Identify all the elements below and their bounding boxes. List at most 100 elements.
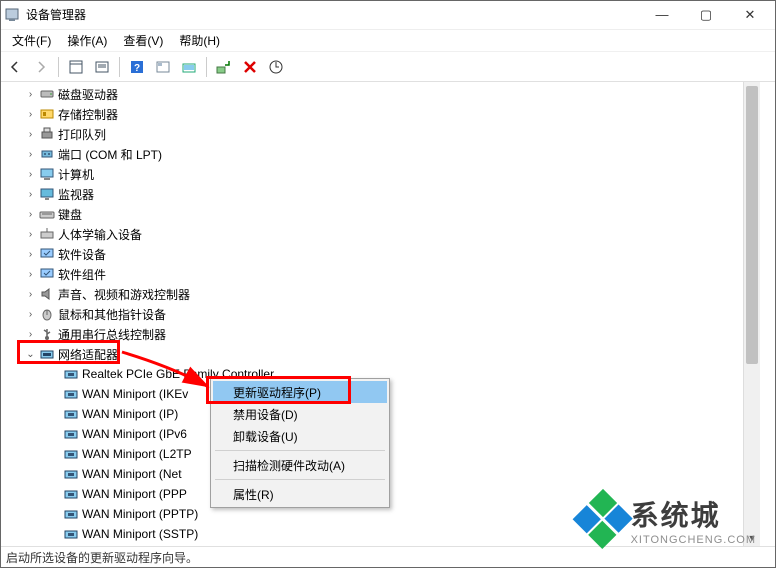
- properties-button[interactable]: [91, 56, 113, 78]
- scrollbar-thumb[interactable]: [746, 86, 758, 364]
- tree-node[interactable]: › 磁盘驱动器: [6, 84, 776, 104]
- expander-icon[interactable]: ›: [24, 108, 37, 121]
- enable-device-button[interactable]: [213, 56, 235, 78]
- ctx-scan-hardware[interactable]: 扫描检测硬件改动(A): [213, 454, 387, 476]
- tree-node[interactable]: WAN Miniport (Net: [6, 464, 776, 484]
- tree-node-label: 声音、视频和游戏控制器: [58, 286, 190, 303]
- menubar: 文件(F) 操作(A) 查看(V) 帮助(H): [0, 30, 776, 52]
- device-icon: [39, 226, 55, 242]
- menu-view[interactable]: 查看(V): [115, 30, 171, 51]
- tree-node[interactable]: Realtek PCIe GbE Family Controller: [6, 364, 776, 384]
- expander-icon[interactable]: ›: [24, 228, 37, 241]
- ctx-properties[interactable]: 属性(R): [213, 483, 387, 505]
- context-menu: 更新驱动程序(P) 禁用设备(D) 卸载设备(U) 扫描检测硬件改动(A) 属性…: [210, 378, 390, 508]
- tree-node-label: 键盘: [58, 206, 82, 223]
- toolbar: ?: [0, 52, 776, 82]
- tree-node-label: WAN Miniport (L2TP: [82, 447, 192, 461]
- menu-help[interactable]: 帮助(H): [171, 30, 228, 51]
- expander-icon[interactable]: ›: [24, 148, 37, 161]
- tree-node[interactable]: › 键盘: [6, 204, 776, 224]
- tree-node-label: 网络适配器: [58, 346, 118, 363]
- svg-text:?: ?: [134, 63, 140, 74]
- tree-node[interactable]: › 通用串行总线控制器: [6, 324, 776, 344]
- expander-icon[interactable]: ›: [24, 168, 37, 181]
- tree-node-label: 通用串行总线控制器: [58, 326, 166, 343]
- tree-node[interactable]: WAN Miniport (PPP: [6, 484, 776, 504]
- statusbar-text: 启动所选设备的更新驱动程序向导。: [6, 549, 198, 566]
- device-icon: [63, 486, 79, 502]
- scan-hardware-button[interactable]: [265, 56, 287, 78]
- device-icon: [39, 266, 55, 282]
- device-icon: [63, 426, 79, 442]
- scroll-down-arrow[interactable]: ▼: [744, 529, 760, 546]
- expander-icon[interactable]: ›: [24, 208, 37, 221]
- device-icon: [39, 246, 55, 262]
- tree-node[interactable]: › 软件组件: [6, 264, 776, 284]
- ctx-disable-device[interactable]: 禁用设备(D): [213, 403, 387, 425]
- tree-node[interactable]: WAN Miniport (IP): [6, 404, 776, 424]
- ctx-separator: [215, 450, 385, 451]
- device-icon: [63, 466, 79, 482]
- ctx-uninstall-device[interactable]: 卸载设备(U): [213, 425, 387, 447]
- device-icon: [39, 286, 55, 302]
- tree-node[interactable]: ›人体学输入设备: [6, 224, 776, 244]
- tree-node[interactable]: › 存储控制器: [6, 104, 776, 124]
- device-icon: [39, 166, 55, 182]
- expander-icon[interactable]: ›: [24, 268, 37, 281]
- device-icon: [39, 146, 55, 162]
- tree-node-label: WAN Miniport (IP): [82, 407, 178, 421]
- expander-icon[interactable]: ›: [24, 188, 37, 201]
- help-button[interactable]: ?: [126, 56, 148, 78]
- maximize-button[interactable]: ▢: [684, 1, 728, 29]
- tree-node[interactable]: › 声音、视频和游戏控制器: [6, 284, 776, 304]
- update-driver-button[interactable]: [178, 56, 200, 78]
- tree-node-label: 存储控制器: [58, 106, 118, 123]
- expander-icon[interactable]: ›: [24, 88, 37, 101]
- tree-node[interactable]: › 鼠标和其他指针设备: [6, 304, 776, 324]
- back-button[interactable]: [4, 56, 26, 78]
- device-icon: [39, 126, 55, 142]
- expander-icon[interactable]: ›: [24, 328, 37, 341]
- tree-node[interactable]: WAN Miniport (L2TP: [6, 444, 776, 464]
- device-icon: [63, 366, 79, 382]
- window-title: 设备管理器: [26, 6, 640, 23]
- tree-node[interactable]: ⌄ 网络适配器: [6, 344, 776, 364]
- tree-node[interactable]: › 软件设备: [6, 244, 776, 264]
- close-button[interactable]: ✕: [728, 1, 772, 29]
- tree-node[interactable]: ›计算机: [6, 164, 776, 184]
- tree-node-label: 鼠标和其他指针设备: [58, 306, 166, 323]
- tree-node-label: 软件设备: [58, 246, 106, 263]
- expander-icon[interactable]: ›: [24, 128, 37, 141]
- minimize-button[interactable]: —: [640, 1, 684, 29]
- tree-node[interactable]: WAN Miniport (PPTP): [6, 504, 776, 524]
- tree-node-label: 磁盘驱动器: [58, 86, 118, 103]
- tree-node[interactable]: WAN Miniport (SSTP): [6, 524, 776, 544]
- expander-icon[interactable]: ›: [24, 288, 37, 301]
- tree-node-label: 软件组件: [58, 266, 106, 283]
- vertical-scrollbar[interactable]: ▲ ▼: [743, 82, 760, 546]
- uninstall-device-button[interactable]: [239, 56, 261, 78]
- device-icon: [39, 186, 55, 202]
- show-hide-tree-button[interactable]: [65, 56, 87, 78]
- titlebar: 设备管理器 — ▢ ✕: [0, 0, 776, 30]
- tree-node[interactable]: ›端口 (COM 和 LPT): [6, 144, 776, 164]
- expander-icon[interactable]: ⌄: [24, 348, 37, 361]
- menu-action[interactable]: 操作(A): [59, 30, 115, 51]
- menu-file[interactable]: 文件(F): [4, 30, 59, 51]
- tree-node[interactable]: ›监视器: [6, 184, 776, 204]
- devmgr-app-icon: [4, 7, 20, 23]
- statusbar: 启动所选设备的更新驱动程序向导。: [0, 546, 776, 568]
- ctx-separator: [215, 479, 385, 480]
- device-icon: [39, 86, 55, 102]
- tree-node-label: WAN Miniport (PPP: [82, 487, 187, 501]
- expander-icon[interactable]: ›: [24, 308, 37, 321]
- ctx-update-driver[interactable]: 更新驱动程序(P): [213, 381, 387, 403]
- action-button[interactable]: [152, 56, 174, 78]
- forward-button[interactable]: [30, 56, 52, 78]
- tree-node[interactable]: WAN Miniport (IPv6: [6, 424, 776, 444]
- tree-node[interactable]: WAN Miniport (IKEv: [6, 384, 776, 404]
- tree-node-label: WAN Miniport (Net: [82, 467, 182, 481]
- expander-icon[interactable]: ›: [24, 248, 37, 261]
- device-icon: [63, 406, 79, 422]
- tree-node[interactable]: ›打印队列: [6, 124, 776, 144]
